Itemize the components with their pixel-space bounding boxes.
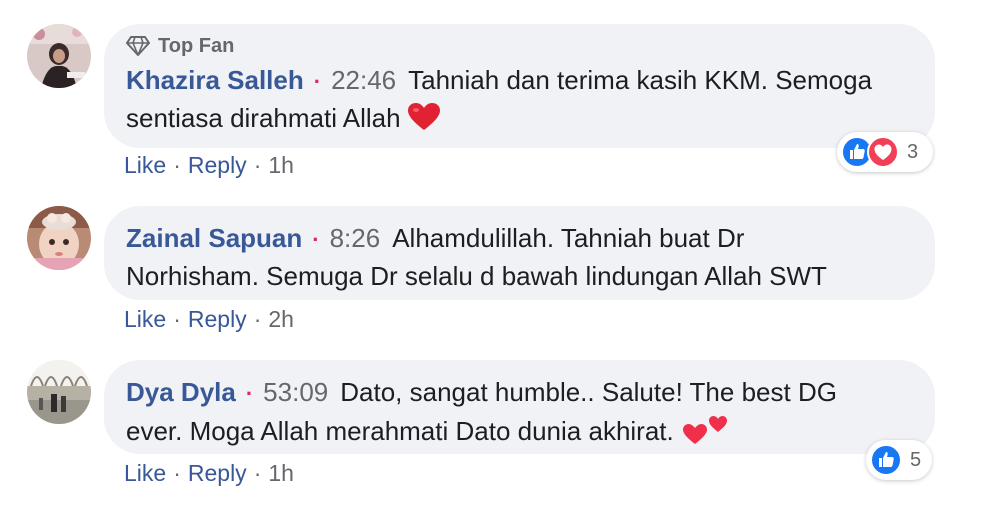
like-icon [870,444,902,476]
reply-button[interactable]: Reply [188,460,247,486]
two-hearts-emoji-icon [681,412,731,455]
separator-dot: · [253,152,262,178]
comment-line-2: sentiasa dirahmati Allah [126,103,401,133]
separator-dot: · [312,227,320,252]
comment-actions: Like · Reply · 2h [124,306,294,333]
separator-dot: · [245,381,254,406]
comment-age[interactable]: 1h [268,460,294,486]
reaction-summary[interactable]: 5 [866,440,932,480]
author-name[interactable]: Dya Dyla [126,377,236,407]
separator-dot: · [173,152,181,178]
author-name[interactable]: Zainal Sapuan [126,223,302,253]
timestamp[interactable]: 53:09 [263,377,328,407]
comment-actions: Like · Reply · 1h [124,460,294,487]
like-button[interactable]: Like [124,460,166,486]
reaction-summary[interactable]: 3 [837,132,933,172]
comment-bubble: Top Fan Khazira Salleh · 22:46 Tahniah dan … [104,24,935,148]
comment-line-2: Norhisham. Semuga Dr selalu d bawah lind… [126,261,827,291]
author-name[interactable]: Khazira Salleh [126,65,304,95]
comment-line-1: Alhamdulillah. Tahniah buat Dr [392,223,745,253]
comment-text: Dya Dyla · 53:09 Dato, sangat humble.. Salu… [126,374,913,455]
love-icon [867,136,899,168]
like-button[interactable]: Like [124,306,166,332]
comment-age[interactable]: 1h [268,152,294,178]
top-fan-badge: Top Fan [126,32,913,60]
avatar[interactable] [27,24,91,88]
reply-button[interactable]: Reply [188,306,247,332]
avatar[interactable] [27,206,91,270]
reply-button[interactable]: Reply [188,152,247,178]
comment-age[interactable]: 2h [268,306,294,332]
comment-line-1: Tahniah dan terima kasih KKM. Semoga [408,65,873,95]
comment-bubble: Dya Dyla · 53:09 Dato, sangat humble.. Salu… [104,360,935,454]
reaction-count: 3 [907,140,919,163]
comment-line-1: Dato, sangat humble.. Salute! The best D… [340,377,837,407]
timestamp[interactable]: 8:26 [330,223,381,253]
comment-text: Zainal Sapuan · 8:26 Alhamdulillah. Tahniah… [126,220,913,294]
badge-label: Top Fan [158,34,235,57]
diamond-icon [126,36,150,56]
reaction-count: 5 [910,448,922,471]
separator-dot: · [173,460,181,486]
separator-dot: · [253,306,262,332]
comment-text: Khazira Salleh · 22:46 Tahniah dan terima k… [126,62,913,140]
red-heart-emoji-icon [407,103,440,140]
timestamp[interactable]: 22:46 [331,65,396,95]
comment-bubble: Zainal Sapuan · 8:26 Alhamdulillah. Tahniah… [104,206,935,300]
comment-line-2: ever. Moga Allah merahmati Dato dunia ak… [126,416,674,446]
separator-dot: · [173,306,181,332]
avatar[interactable] [27,360,91,424]
comment-actions: Like · Reply · 1h [124,152,294,179]
separator-dot: · [313,69,322,94]
like-button[interactable]: Like [124,152,166,178]
separator-dot: · [253,460,262,486]
